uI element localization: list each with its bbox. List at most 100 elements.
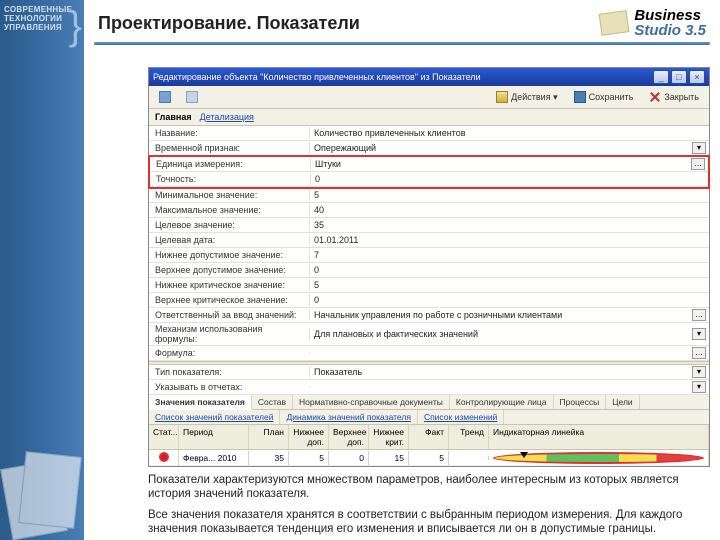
slide-caption: Показатели характеризуются множеством па… bbox=[148, 473, 708, 537]
tab-detail[interactable]: Детализация bbox=[200, 112, 254, 122]
field-label: Временной признак: bbox=[149, 142, 309, 154]
cell-trend bbox=[449, 456, 489, 460]
col-period[interactable]: Период bbox=[179, 425, 249, 449]
close-window-button[interactable]: × bbox=[689, 70, 705, 84]
field-label: Целевое значение: bbox=[149, 219, 309, 231]
paper-decoration bbox=[0, 430, 90, 540]
ellipsis-button[interactable]: … bbox=[692, 309, 706, 321]
logo-line2: Studio 3.5 bbox=[634, 23, 706, 38]
field-value[interactable]: Опережающий bbox=[309, 142, 692, 154]
indicator-bar bbox=[493, 452, 704, 464]
col-ldop[interactable]: Нижнее доп. bbox=[289, 425, 329, 449]
field-label: Нижнее критическое значение: bbox=[149, 279, 309, 291]
nav-button-2[interactable] bbox=[180, 89, 204, 105]
caption-p2: Все значения показателя хранятся в соотв… bbox=[148, 508, 708, 537]
subtab-goals[interactable]: Цели bbox=[606, 395, 639, 409]
field-label: Тип показателя: bbox=[149, 366, 309, 378]
actions-icon bbox=[496, 91, 508, 103]
save-button[interactable]: Сохранить bbox=[568, 89, 640, 105]
subtab2-list[interactable]: Список значений показателей bbox=[149, 410, 280, 424]
field-label: Целевая дата: bbox=[149, 234, 309, 246]
col-indicator[interactable]: Индикаторная линейка bbox=[489, 425, 709, 449]
subtab-values[interactable]: Значения показателя bbox=[149, 395, 252, 410]
field-label: Единица измерения: bbox=[150, 158, 310, 170]
highlight-unit: Единица измерения:Штуки… Точность:0 bbox=[148, 155, 710, 189]
nav-button-1[interactable] bbox=[153, 89, 177, 105]
cell-lcrit: 15 bbox=[369, 451, 409, 465]
field-label: Указывать в отчетах: bbox=[149, 381, 309, 393]
table-row[interactable]: Февра... 2010 35 5 0 15 5 bbox=[149, 450, 709, 466]
col-udop[interactable]: Верхнее доп. bbox=[329, 425, 369, 449]
field-value[interactable]: 5 bbox=[309, 279, 709, 291]
dropdown-button[interactable]: ▾ bbox=[692, 328, 706, 340]
logo-line1: Business bbox=[634, 8, 706, 23]
field-value[interactable]: 5 bbox=[309, 189, 709, 201]
subtab2-dynamics[interactable]: Динамика значений показателя bbox=[280, 410, 417, 424]
cell-ldop: 5 bbox=[289, 451, 329, 465]
field-value[interactable]: 35 bbox=[309, 219, 709, 231]
field-value[interactable]: 0 bbox=[309, 294, 709, 306]
status-red-icon bbox=[159, 452, 169, 462]
field-value[interactable]: 0 bbox=[310, 173, 708, 185]
field-value[interactable]: 01.01.2011 bbox=[309, 234, 709, 246]
view-tabs: Главная Детализация bbox=[149, 109, 709, 126]
dropdown-button[interactable]: ▾ bbox=[692, 366, 706, 378]
save-icon bbox=[574, 91, 586, 103]
note-icon bbox=[599, 10, 630, 36]
field-label: Точность: bbox=[150, 173, 310, 185]
subtab-docs[interactable]: Нормативно-справочные документы bbox=[293, 395, 450, 409]
field-value[interactable]: Для плановых и фактических значений bbox=[309, 328, 692, 340]
window-title: Редактирование объекта "Количество привл… bbox=[153, 72, 481, 82]
field-label: Название: bbox=[149, 127, 309, 139]
col-status[interactable]: Стат... bbox=[149, 425, 179, 449]
property-form: Название:Количество привлеченных клиенто… bbox=[149, 126, 709, 361]
ellipsis-button[interactable]: … bbox=[692, 347, 706, 359]
field-value[interactable]: 0 bbox=[309, 264, 709, 276]
field-label: Ответственный за ввод значений: bbox=[149, 309, 309, 321]
field-value[interactable] bbox=[309, 352, 692, 354]
field-label: Нижнее допустимое значение: bbox=[149, 249, 309, 261]
close-icon bbox=[649, 91, 661, 103]
field-value[interactable]: Начальник управления по работе с розничн… bbox=[309, 309, 692, 321]
maximize-button[interactable]: □ bbox=[671, 70, 687, 84]
dropdown-button[interactable]: ▾ bbox=[692, 142, 706, 154]
field-value[interactable]: Количество привлеченных клиентов bbox=[309, 127, 709, 139]
field-label: Верхнее допустимое значение: bbox=[149, 264, 309, 276]
field-value[interactable]: Штуки bbox=[310, 158, 691, 170]
field-label: Формула: bbox=[149, 347, 309, 359]
title-divider bbox=[94, 42, 710, 45]
field-value[interactable] bbox=[309, 386, 692, 388]
field-label: Верхнее критическое значение: bbox=[149, 294, 309, 306]
dropdown-button[interactable]: ▾ bbox=[692, 381, 706, 393]
titlebar[interactable]: Редактирование объекта "Количество привл… bbox=[149, 68, 709, 86]
close-button[interactable]: Закрыть bbox=[643, 89, 705, 105]
field-value[interactable]: 7 bbox=[309, 249, 709, 261]
field-value[interactable]: Показатель bbox=[309, 366, 692, 378]
col-lcrit[interactable]: Нижнее крит. bbox=[369, 425, 409, 449]
tab-main[interactable]: Главная bbox=[155, 112, 192, 122]
actions-button[interactable]: Действия ▾ bbox=[490, 89, 563, 105]
cell-plan: 35 bbox=[249, 451, 289, 465]
subtab-controllers[interactable]: Контролирующие лица bbox=[450, 395, 554, 409]
ellipsis-button[interactable]: … bbox=[691, 158, 705, 170]
brace-icon: } bbox=[69, 4, 82, 49]
app-window: Редактирование объекта "Количество привл… bbox=[148, 67, 710, 467]
field-label: Механизм использования формулы: bbox=[149, 323, 309, 345]
cell-fact: 5 bbox=[409, 451, 449, 465]
col-trend[interactable]: Тренд bbox=[449, 425, 489, 449]
col-fact[interactable]: Факт bbox=[409, 425, 449, 449]
business-studio-logo: Business Studio 3.5 bbox=[600, 8, 706, 38]
subtab-composition[interactable]: Состав bbox=[252, 395, 293, 409]
subtab2-changes[interactable]: Список изменений bbox=[418, 410, 504, 424]
cell-udop: 0 bbox=[329, 451, 369, 465]
toolbar: Действия ▾ Сохранить Закрыть bbox=[149, 86, 709, 109]
sub-tabs: Значения показателя Состав Нормативно-сп… bbox=[149, 395, 709, 410]
subtab-processes[interactable]: Процессы bbox=[554, 395, 607, 409]
slide-title: Проектирование. Показатели bbox=[98, 13, 360, 34]
field-label: Максимальное значение: bbox=[149, 204, 309, 216]
field-value[interactable]: 40 bbox=[309, 204, 709, 216]
minimize-button[interactable]: _ bbox=[653, 70, 669, 84]
col-plan[interactable]: План bbox=[249, 425, 289, 449]
nav-icon bbox=[186, 91, 198, 103]
field-label: Минимальное значение: bbox=[149, 189, 309, 201]
